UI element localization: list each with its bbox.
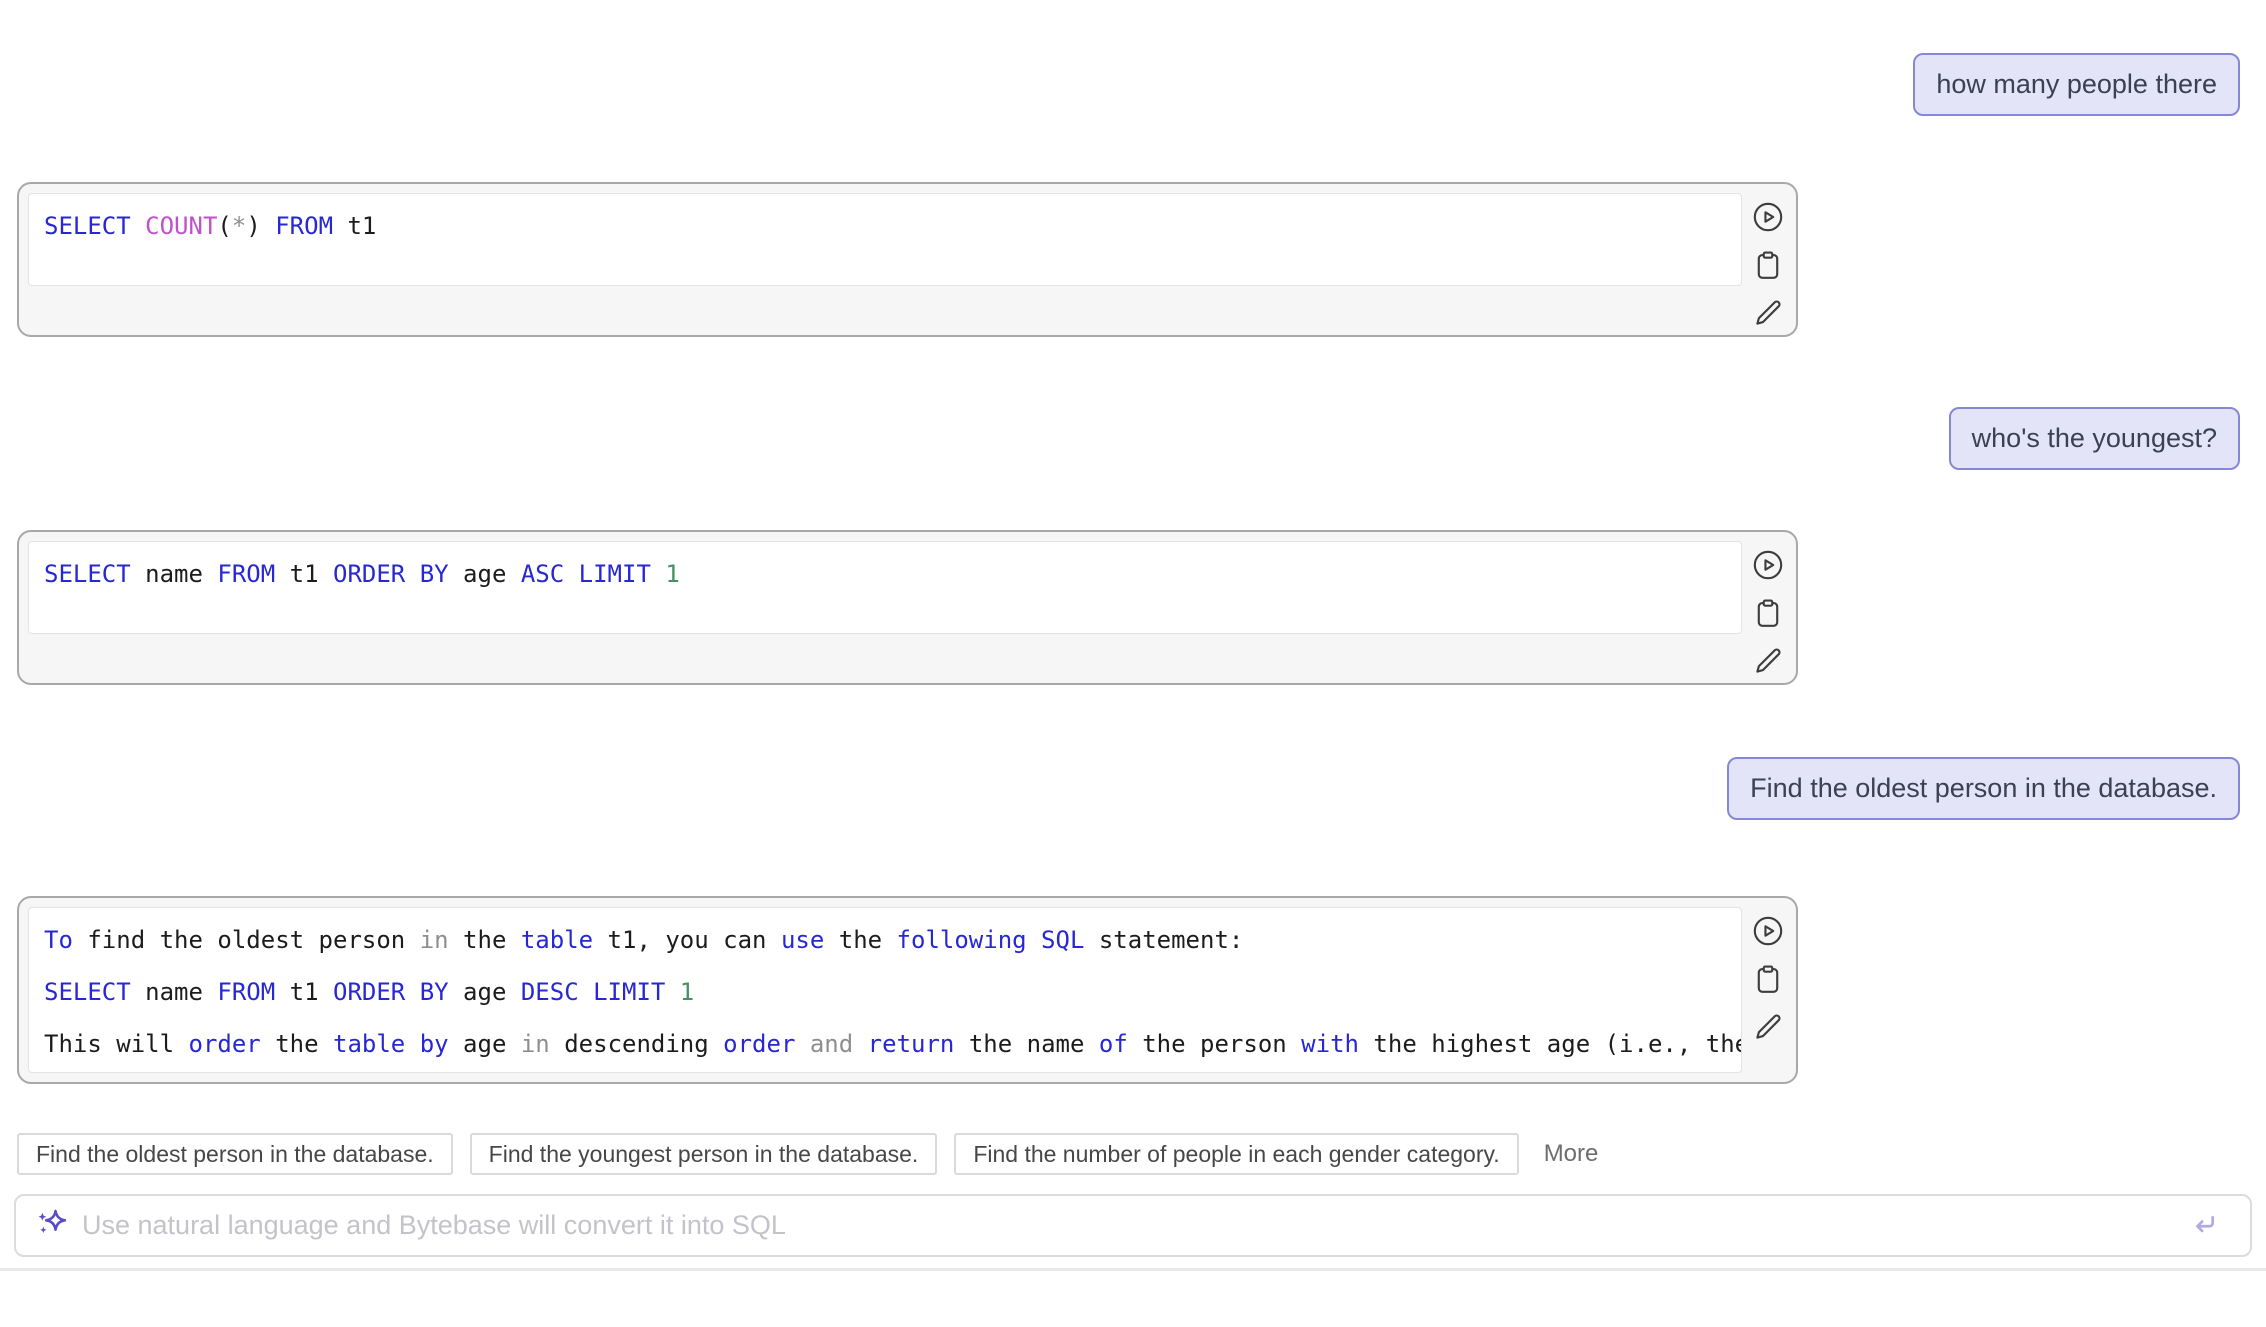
- sql-code-line: This will order the table by age in desc…: [44, 1018, 1726, 1070]
- pencil-icon: [1751, 1010, 1785, 1044]
- edit-sql-button[interactable]: [1751, 644, 1785, 678]
- copy-sql-button[interactable]: [1751, 596, 1785, 630]
- copy-sql-button[interactable]: [1751, 248, 1785, 282]
- bottom-divider: [0, 1268, 2266, 1271]
- sql-code-line: SELECT name FROM t1 ORDER BY age DESC LI…: [44, 966, 1726, 1018]
- user-message-row: who's the youngest?: [0, 407, 2266, 470]
- edit-sql-button[interactable]: [1751, 296, 1785, 330]
- suggestion-chip-youngest[interactable]: Find the youngest person in the database…: [470, 1133, 938, 1175]
- sql-action-toolbar: [1749, 548, 1787, 678]
- run-sql-button[interactable]: [1751, 548, 1785, 582]
- assistant-sql-response: SELECT COUNT(*) FROM t1: [17, 182, 1798, 337]
- clipboard-icon: [1751, 962, 1785, 996]
- sql-code-line: SELECT name FROM t1 ORDER BY age ASC LIM…: [44, 548, 1726, 600]
- pencil-icon: [1751, 296, 1785, 330]
- sql-action-toolbar: [1749, 914, 1787, 1044]
- user-message-bubble: who's the youngest?: [1949, 407, 2240, 470]
- pencil-icon: [1751, 644, 1785, 678]
- sql-action-toolbar: [1749, 200, 1787, 330]
- run-sql-button[interactable]: [1751, 914, 1785, 948]
- sql-code-block: SELECT COUNT(*) FROM t1: [28, 193, 1742, 286]
- user-message-bubble: how many people there: [1913, 53, 2240, 116]
- user-message-row: how many people there: [0, 53, 2266, 116]
- play-circle-icon: [1751, 914, 1785, 948]
- user-message-row: Find the oldest person in the database.: [0, 757, 2266, 820]
- sparkle-icon: [35, 1206, 69, 1245]
- suggestion-chip-gender-count[interactable]: Find the number of people in each gender…: [954, 1133, 1518, 1175]
- clipboard-icon: [1751, 248, 1785, 282]
- clipboard-icon: [1751, 596, 1785, 630]
- suggestion-chip-row: Find the oldest person in the database. …: [17, 1133, 2266, 1175]
- play-circle-icon: [1751, 548, 1785, 582]
- sql-code-line: SELECT COUNT(*) FROM t1: [44, 200, 1726, 252]
- sql-code-line: To find the oldest person in the table t…: [44, 914, 1726, 966]
- sql-code-block: SELECT name FROM t1 ORDER BY age ASC LIM…: [28, 541, 1742, 634]
- nl-to-sql-input[interactable]: Use natural language and Bytebase will c…: [14, 1194, 2252, 1257]
- ai-chat-panel: how many people there SELECT COUNT(*) FR…: [0, 53, 2266, 1327]
- edit-sql-button[interactable]: [1751, 1010, 1785, 1044]
- play-circle-icon: [1751, 200, 1785, 234]
- suggestion-chip-oldest[interactable]: Find the oldest person in the database.: [17, 1133, 453, 1175]
- assistant-sql-response: SELECT name FROM t1 ORDER BY age ASC LIM…: [17, 530, 1798, 685]
- copy-sql-button[interactable]: [1751, 962, 1785, 996]
- user-message-bubble: Find the oldest person in the database.: [1727, 757, 2240, 820]
- more-suggestions-link[interactable]: More: [1544, 1140, 1599, 1168]
- return-arrow-icon: [2188, 1228, 2220, 1243]
- run-sql-button[interactable]: [1751, 200, 1785, 234]
- sql-code-block: To find the oldest person in the table t…: [28, 907, 1742, 1073]
- submit-enter-button[interactable]: [2188, 1208, 2220, 1243]
- nl-input-placeholder: Use natural language and Bytebase will c…: [82, 1210, 2188, 1241]
- assistant-sql-response: To find the oldest person in the table t…: [17, 896, 1798, 1084]
